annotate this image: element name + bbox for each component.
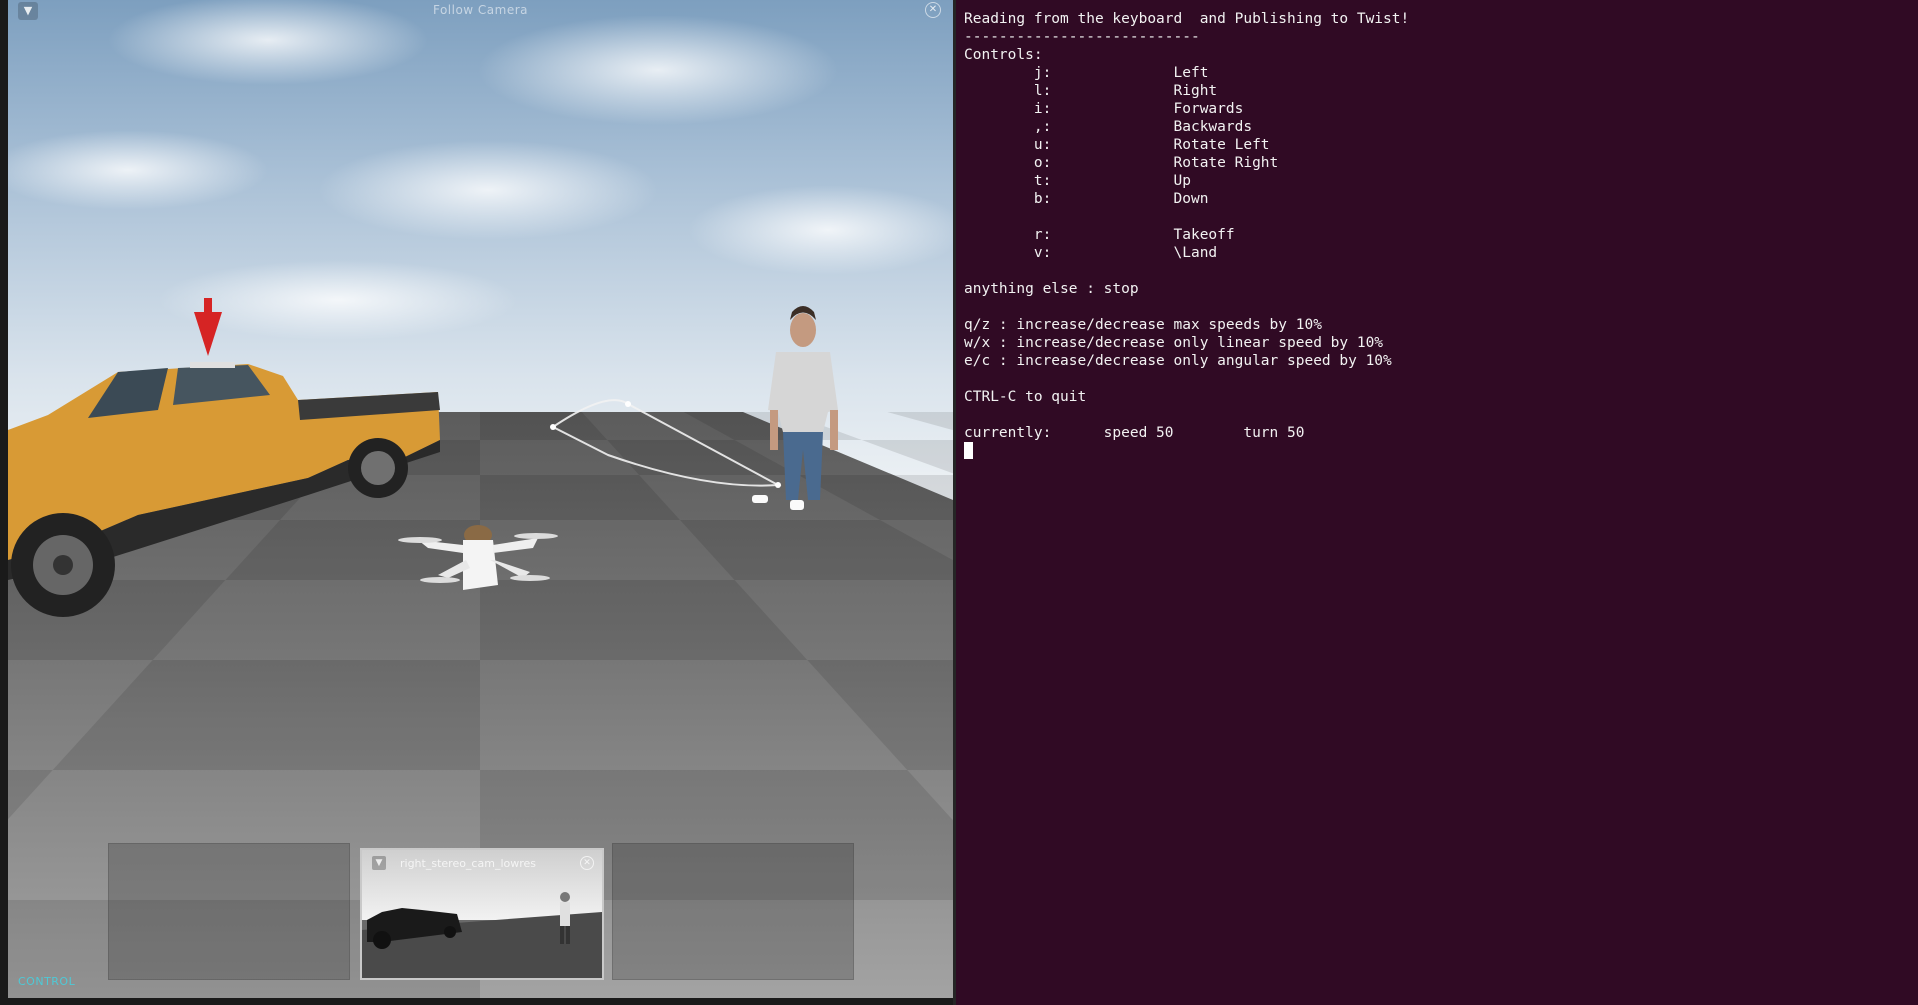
terminal-output: Reading from the keyboard and Publishing… — [964, 10, 1910, 442]
terminal-line: Controls: — [964, 47, 1043, 63]
terminal-line: CTRL-C to quit — [964, 389, 1087, 405]
subwindow-menu-icon[interactable]: ▼ — [372, 856, 386, 870]
terminal-line: u: Rotate Left — [964, 137, 1270, 153]
terminal-line: l: Right — [964, 83, 1218, 99]
terminal-line: v: \Land — [964, 245, 1218, 261]
terminal-line: e/c : increase/decrease only angular spe… — [964, 353, 1392, 369]
subwindow-close-icon[interactable]: ✕ — [580, 856, 594, 870]
terminal-line: anything else : stop — [964, 281, 1139, 297]
control-mode-label: CONTROL — [18, 975, 76, 988]
terminal-window[interactable]: Reading from the keyboard and Publishing… — [953, 0, 1918, 1005]
terminal-line: r: Takeoff — [964, 227, 1235, 243]
terminal-line: i: Forwards — [964, 101, 1244, 117]
camera-subwindow-stereo[interactable]: ▼ right_stereo_cam_lowres ✕ — [360, 848, 604, 980]
terminal-line: t: Up — [964, 173, 1191, 189]
simulator-viewport[interactable]: ▼ Follow Camera ✕ ▼ right_stereo_cam_low… — [8, 0, 953, 998]
terminal-line: o: Rotate Right — [964, 155, 1279, 171]
camera-subwindow-right[interactable] — [612, 843, 854, 980]
terminal-line: --------------------------- — [964, 29, 1200, 45]
terminal-prompt-line[interactable] — [964, 442, 1910, 460]
terminal-line: w/x : increase/decrease only linear spee… — [964, 335, 1384, 351]
camera-subwindow-left[interactable] — [108, 843, 350, 980]
terminal-line: currently: speed 50 turn 50 — [964, 425, 1305, 441]
terminal-line: q/z : increase/decrease max speeds by 10… — [964, 317, 1322, 333]
terminal-line: j: Left — [964, 65, 1209, 81]
close-icon[interactable]: ✕ — [925, 2, 941, 18]
text-cursor — [964, 442, 973, 459]
terminal-line: ,: Backwards — [964, 119, 1253, 135]
subwindow-title: right_stereo_cam_lowres — [400, 857, 537, 870]
terminal-line: Reading from the keyboard and Publishing… — [964, 11, 1410, 27]
terminal-line: b: Down — [964, 191, 1209, 207]
window-title: Follow Camera — [432, 3, 529, 17]
